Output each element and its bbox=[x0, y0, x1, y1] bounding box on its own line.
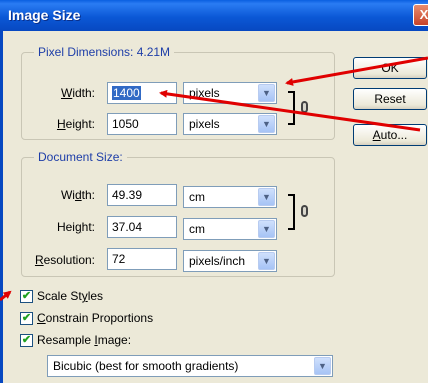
pixel-height-label: Height: bbox=[56, 117, 95, 131]
chevron-down-icon[interactable]: ▼ bbox=[258, 220, 275, 238]
constrain-proportions-label: Constrain Proportions bbox=[37, 311, 154, 325]
pixel-height-unit-select[interactable]: pixels ▼ bbox=[183, 113, 277, 135]
doc-height-unit-select[interactable]: cm ▼ bbox=[183, 218, 277, 240]
window-title: Image Size bbox=[8, 7, 81, 23]
doc-height-input[interactable]: 37.04 bbox=[107, 216, 177, 238]
doc-link-bracket bbox=[288, 194, 295, 230]
doc-width-input[interactable]: 49.39 bbox=[107, 184, 177, 206]
resolution-label: Resolution: bbox=[34, 253, 95, 267]
resolution-input[interactable]: 72 bbox=[107, 248, 177, 270]
chevron-down-icon[interactable]: ▼ bbox=[258, 252, 275, 270]
resample-image-checkbox[interactable]: ✔ bbox=[20, 334, 33, 347]
reset-button[interactable]: Reset bbox=[353, 88, 427, 110]
chain-link-icon bbox=[301, 205, 308, 217]
pixel-width-label: Width: bbox=[60, 86, 95, 100]
chevron-down-icon[interactable]: ▼ bbox=[258, 84, 275, 102]
close-button[interactable]: X bbox=[413, 4, 428, 26]
pixel-height-input[interactable]: 1050 bbox=[107, 113, 177, 135]
auto-button[interactable]: Auto... bbox=[353, 124, 427, 146]
scale-styles-checkbox[interactable]: ✔ bbox=[20, 290, 33, 303]
pixel-dimensions-legend: Pixel Dimensions: 4.21M bbox=[38, 45, 171, 59]
ok-button[interactable]: OK bbox=[353, 57, 427, 79]
doc-height-label: Height: bbox=[56, 220, 95, 234]
pixel-link-bracket bbox=[288, 91, 295, 125]
title-bar: Image Size X bbox=[0, 0, 428, 31]
doc-width-label: Width: bbox=[60, 188, 95, 202]
document-size-legend: Document Size: bbox=[38, 150, 123, 164]
scale-styles-label: Scale Styles bbox=[37, 289, 104, 303]
resample-method-select[interactable]: Bicubic (best for smooth gradients) ▼ bbox=[47, 355, 333, 377]
resolution-unit-select[interactable]: pixels/inch ▼ bbox=[183, 250, 277, 272]
chevron-down-icon[interactable]: ▼ bbox=[314, 357, 331, 375]
resample-image-label: Resample Image: bbox=[37, 333, 132, 347]
window-border bbox=[0, 31, 3, 383]
constrain-proportions-checkbox[interactable]: ✔ bbox=[20, 312, 33, 325]
chevron-down-icon[interactable]: ▼ bbox=[258, 115, 275, 133]
chain-link-icon bbox=[301, 101, 308, 113]
chevron-down-icon[interactable]: ▼ bbox=[258, 188, 275, 206]
doc-width-unit-select[interactable]: cm ▼ bbox=[183, 186, 277, 208]
pixel-width-unit-select[interactable]: pixels ▼ bbox=[183, 82, 277, 104]
pixel-width-input[interactable]: 1400 bbox=[107, 82, 177, 104]
